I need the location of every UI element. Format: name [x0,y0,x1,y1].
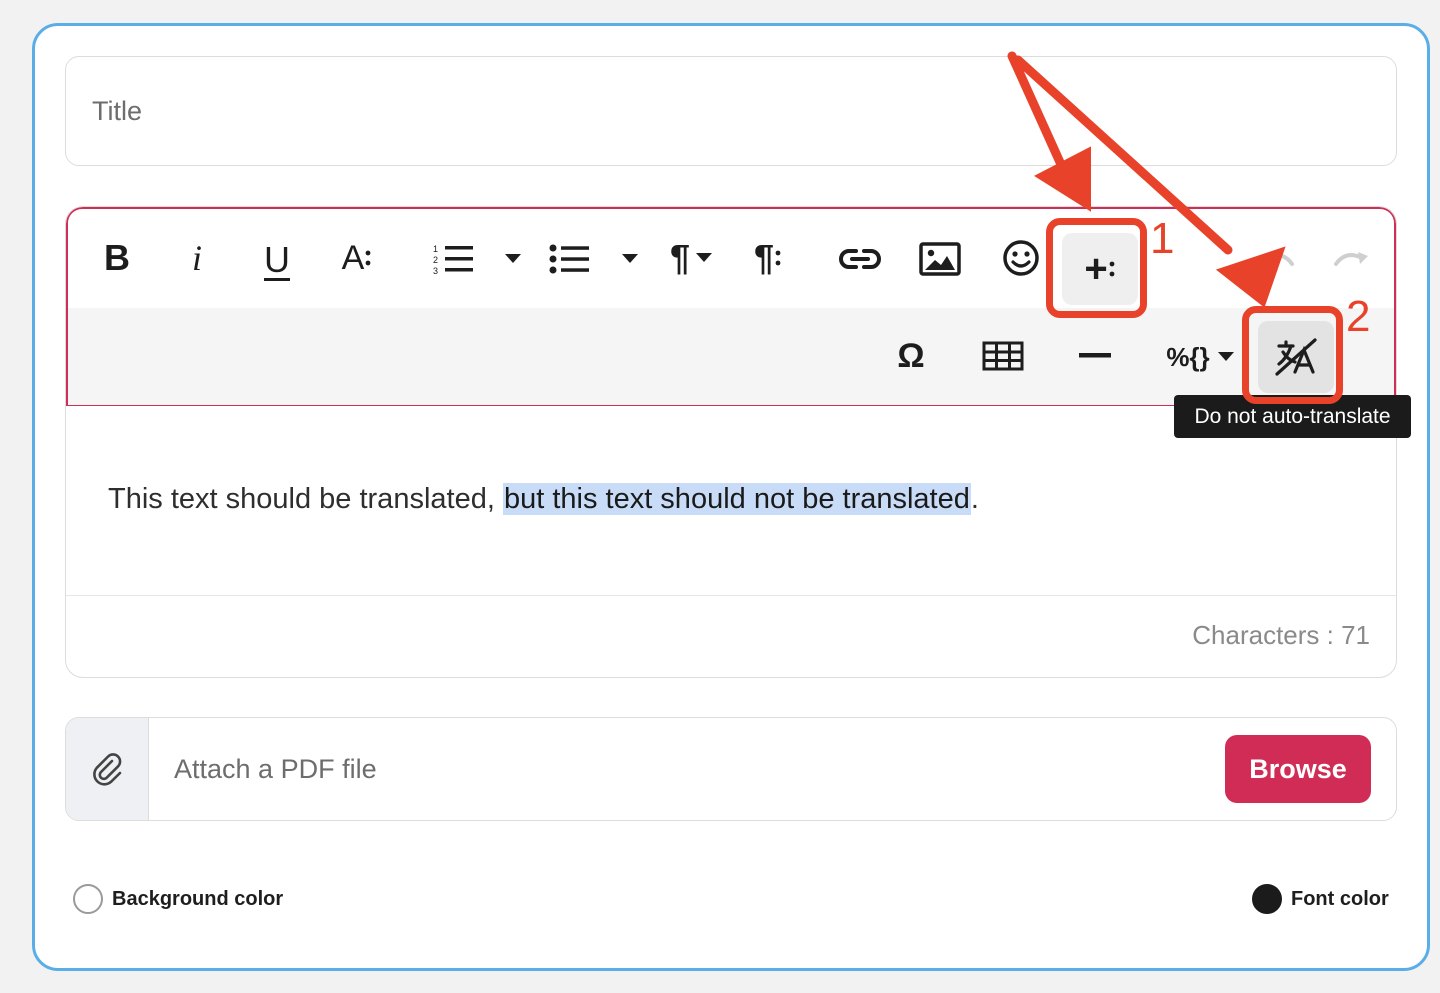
rich-text-editor: B i U A 1 2 3 ¶ ¶ + Ω %{} This text shou… [65,206,1397,678]
font-size-button[interactable]: A [334,237,380,279]
annotation-label-1: 1 [1150,214,1175,263]
redo-button[interactable] [1330,243,1372,273]
more-dots-icon [775,250,781,266]
insert-table-button[interactable] [980,337,1026,375]
browse-button[interactable]: Browse [1225,735,1371,803]
insert-link-button[interactable] [838,239,882,279]
pdf-attach-field: Attach a PDF file Browse [65,717,1397,821]
unordered-list-dropdown[interactable] [619,249,641,269]
content-end: . [970,483,979,515]
editor-toolbar: B i U A 1 2 3 ¶ ¶ + Ω %{} [66,207,1396,406]
underline-icon: U [264,239,290,280]
title-placeholder: Title [92,95,143,126]
ordered-list-button[interactable]: 1 2 3 [430,239,478,279]
svg-text:1: 1 [433,244,438,254]
italic-icon: i [191,238,202,278]
redo-icon [1334,252,1368,266]
paragraph-style-icon: ¶ [753,237,775,278]
image-icon [919,242,961,276]
background-color-label: Background color [112,887,284,910]
omega-icon: Ω [897,336,925,375]
annotation-box-2 [1242,306,1343,404]
placeholders-button[interactable]: %{} [1158,337,1242,377]
table-icon [982,341,1024,371]
caret-down-icon [696,253,713,262]
background-color-option[interactable]: Background color [73,884,283,914]
editor-footer: Characters : 71 [66,595,1396,677]
paragraph-format-button[interactable]: ¶ [660,235,722,281]
paperclip-icon [93,753,122,786]
attach-placeholder-text: Attach a PDF file [174,753,377,784]
horizontal-line-button[interactable] [1074,337,1116,375]
insert-image-button[interactable] [918,239,962,279]
font-color-label: Font color [1291,887,1389,910]
annotation-box-1 [1046,218,1147,318]
bold-button[interactable]: B [96,237,138,279]
undo-button[interactable] [1256,243,1298,273]
tooltip-text: Do not auto-translate [1194,404,1391,428]
underline-button[interactable]: U [256,237,298,283]
ordered-list-dropdown[interactable] [502,249,524,269]
more-dots-icon [365,250,371,266]
background-color-swatch [73,884,103,914]
link-icon [839,249,881,269]
caret-down-icon [622,254,638,263]
unordered-list-icon [549,244,589,274]
caret-down-icon [1217,352,1234,361]
svg-text:3: 3 [433,266,438,275]
emoticons-button[interactable] [1000,237,1042,279]
horizontal-line-icon [1079,353,1111,358]
character-count: Characters : 71 [1192,620,1370,650]
undo-icon [1260,252,1294,266]
smiley-icon [1003,240,1039,276]
editor-content[interactable]: This text should be translated, but this… [108,483,979,516]
font-size-icon: A [341,238,365,277]
annotation-label-2: 2 [1346,292,1371,341]
title-input[interactable]: Title [65,56,1397,166]
italic-button[interactable]: i [176,237,218,279]
special-characters-button[interactable]: Ω [890,335,932,377]
attach-icon-box [66,718,149,820]
font-color-option[interactable]: Font color [1252,884,1389,914]
caret-down-icon [505,254,521,263]
unordered-list-button[interactable] [546,239,594,279]
bold-icon: B [104,237,130,278]
selected-text: but this text should not be translated [502,483,971,515]
paragraph-style-button[interactable]: ¶ [744,235,792,281]
paragraph-icon: ¶ [669,237,691,278]
placeholder-icon: %{} [1166,341,1210,372]
ordered-list-icon: 1 2 3 [433,244,473,275]
svg-text:2: 2 [433,255,438,265]
font-color-swatch [1252,884,1282,914]
translatable-text: This text should be translated, [108,483,503,515]
attach-input[interactable]: Attach a PDF file [174,718,377,820]
